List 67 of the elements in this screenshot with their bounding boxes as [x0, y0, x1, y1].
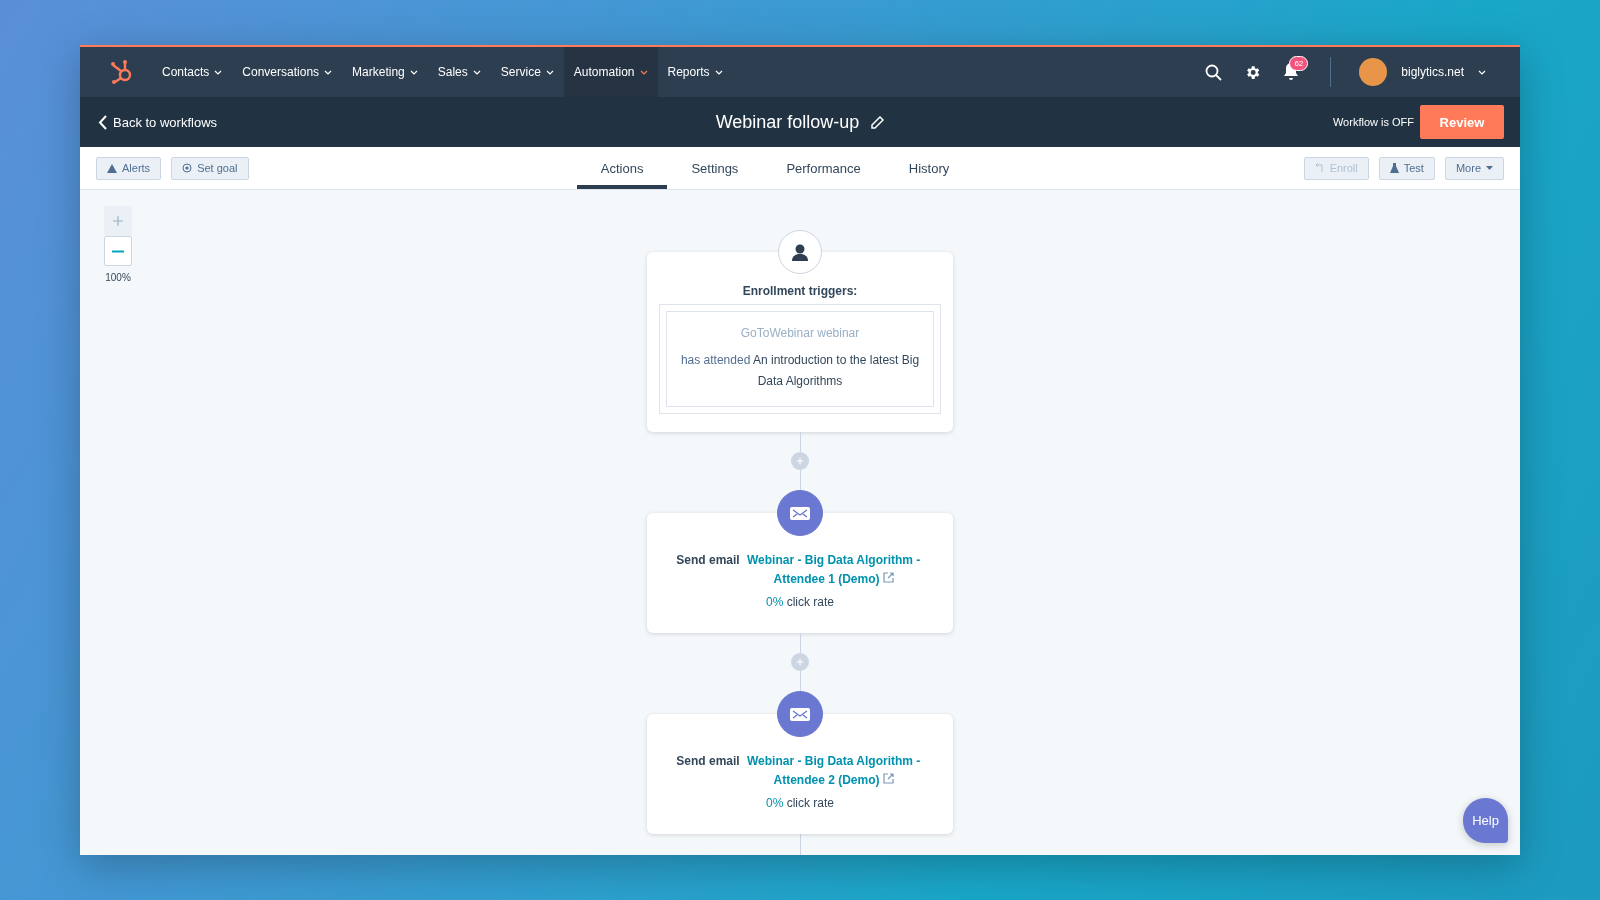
toolbar-button[interactable]: Test [1378, 156, 1435, 180]
click-rate: 0% click rate [766, 595, 834, 609]
warning-icon [107, 163, 117, 173]
workflow-title: Webinar follow-up [715, 111, 860, 133]
nav-menu-item[interactable]: Reports [657, 47, 733, 97]
search-button[interactable] [1205, 63, 1223, 81]
notification-count-badge: 62 [1289, 56, 1309, 71]
chevron-down-icon [639, 69, 648, 75]
zoom-out-button[interactable] [104, 236, 132, 266]
external-link-icon [882, 572, 894, 583]
chevron-down-icon [472, 69, 481, 75]
toolbar-button[interactable]: More [1444, 156, 1504, 180]
chevron-down-icon [409, 69, 418, 75]
nav-menu-item[interactable]: Contacts [152, 47, 233, 97]
nav-menu-item[interactable]: Conversations [232, 47, 343, 97]
email-link[interactable]: Webinar - Big Data Algorithm - Attendee 2 (Demo) [743, 752, 924, 790]
click-rate: 0% click rate [766, 796, 834, 810]
external-link-icon [882, 773, 894, 784]
workflow-status: Workflow is OFF [1332, 116, 1414, 128]
settings-button[interactable] [1244, 63, 1262, 81]
trigger-heading: Enrollment triggers: [742, 284, 858, 298]
tab[interactable]: Actions [576, 147, 668, 189]
toolbar-button[interactable]: Set goal [171, 156, 249, 180]
action-label: Send email [676, 552, 740, 569]
action-label: Send email [676, 753, 740, 770]
account-menu[interactable]: biglytics.net [1353, 57, 1492, 87]
help-button[interactable]: Help [1463, 798, 1508, 843]
envelope-icon [789, 505, 811, 521]
chevron-down-icon [1478, 69, 1486, 75]
action-card[interactable]: Send email Webinar - Big Data Algorithm - Attendee 1 (Demo) 0% click rate [647, 513, 953, 633]
zoom-level: 100% [105, 272, 131, 283]
chevron-down-icon [214, 69, 223, 75]
plus-icon [796, 457, 804, 465]
back-link[interactable]: Back to workflows [98, 114, 218, 130]
action-card[interactable]: Send email Webinar - Big Data Algorithm - Attendee 2 (Demo) 0% click rate [647, 714, 953, 834]
nav-menu-item[interactable]: Marketing [342, 47, 428, 97]
chevron-left-icon [98, 114, 107, 130]
sprocket-logo-icon [110, 59, 134, 85]
nav-menu-item[interactable]: Automation [563, 47, 658, 97]
toolbar-button[interactable]: Alerts [96, 156, 162, 180]
target-icon [182, 163, 193, 173]
chevron-down-icon [324, 69, 333, 75]
tab[interactable]: Settings [667, 147, 763, 189]
envelope-icon [789, 706, 811, 722]
add-step-button[interactable] [791, 452, 809, 470]
nav-menu-item[interactable]: Sales [427, 47, 491, 97]
person-icon [792, 243, 808, 261]
enroll-icon [1314, 163, 1325, 173]
chevron-down-icon [714, 69, 723, 75]
avatar [1359, 58, 1388, 86]
search-icon [1205, 63, 1223, 81]
chevron-down-icon [545, 69, 554, 75]
caret-icon [1486, 166, 1493, 170]
tab[interactable]: History [884, 147, 974, 189]
trigger-card[interactable]: Enrollment triggers: GoToWebinar webinar has attended An introduction to the latest Big Data Algorithms [647, 252, 953, 432]
plus-icon [796, 658, 804, 666]
email-link[interactable]: Webinar - Big Data Algorithm - Attendee 1 (Demo) [743, 551, 924, 589]
plus-icon [112, 215, 124, 227]
trigger-source: GoToWebinar webinar [740, 326, 860, 340]
tab[interactable]: Performance [762, 147, 885, 189]
add-step-button[interactable] [791, 653, 809, 671]
minus-icon [112, 249, 124, 253]
pencil-icon [871, 115, 885, 129]
nav-menu-item[interactable]: Service [490, 47, 564, 97]
trigger-condition: has attended An introduction to the latest Big Data Algorithms [679, 352, 921, 390]
settings-icon [1244, 63, 1262, 81]
flask-icon [1389, 163, 1399, 173]
